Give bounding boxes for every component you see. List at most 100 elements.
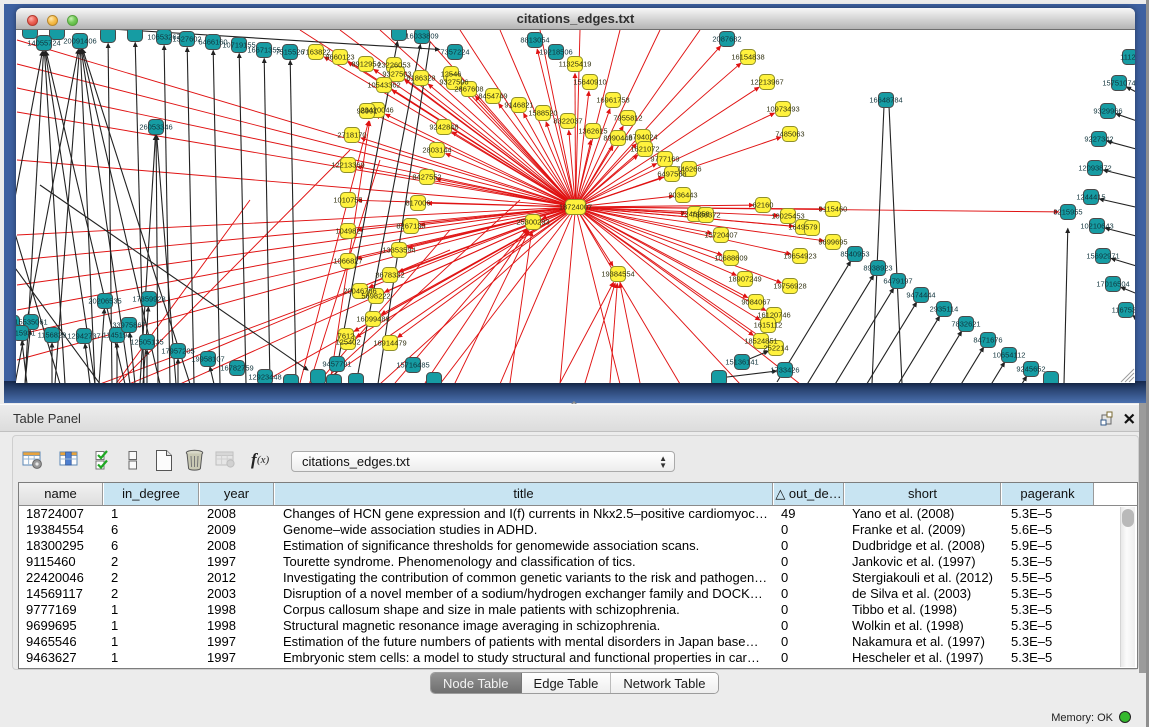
svg-text:1615112: 1615112 (754, 321, 783, 330)
svg-text:19218506: 19218506 (539, 48, 572, 57)
svg-text:8215955: 8215955 (1053, 208, 1082, 217)
svg-text:25300293: 25300293 (516, 218, 549, 227)
svg-text:19384554: 19384554 (601, 270, 634, 279)
svg-text:9084067: 9084067 (741, 298, 770, 307)
svg-text:15720407: 15720407 (704, 231, 737, 240)
svg-text:20091406: 20091406 (63, 37, 96, 46)
svg-text:16120746: 16120746 (757, 311, 790, 320)
svg-text:12093872: 12093872 (1078, 164, 1111, 173)
svg-text:8322037: 8322037 (553, 117, 582, 126)
svg-text:8938923: 8938923 (863, 264, 892, 273)
svg-text:1649579: 1649579 (788, 223, 817, 232)
svg-text:252214: 252214 (763, 344, 788, 353)
svg-text:9245652: 9245652 (1016, 365, 1045, 374)
svg-text:20206535: 20206535 (88, 297, 121, 306)
svg-text:2087682: 2087682 (712, 35, 741, 44)
svg-text:5698222: 5698222 (361, 292, 390, 301)
svg-text:15640910: 15640910 (573, 78, 606, 87)
svg-text:8454749: 8454749 (478, 92, 507, 101)
svg-text:18724007: 18724007 (559, 203, 592, 212)
svg-text:19756928: 19756928 (773, 282, 806, 291)
svg-text:10688609: 10688609 (714, 254, 747, 263)
svg-text:6794024: 6794024 (628, 133, 657, 142)
svg-text:7886372: 7886372 (691, 211, 720, 220)
svg-text:7357224: 7357224 (440, 48, 469, 57)
svg-text:15136141: 15136141 (725, 358, 758, 367)
svg-text:8678332: 8678332 (375, 271, 404, 280)
svg-text:13353594: 13353594 (382, 246, 415, 255)
svg-text:12923448: 12923448 (248, 373, 281, 382)
svg-text:1066827: 1066827 (333, 257, 362, 266)
svg-text:7612: 7612 (338, 332, 355, 341)
svg-text:19654923: 19654923 (783, 252, 816, 261)
svg-text:11123: 11123 (1120, 53, 1135, 62)
svg-text:2036443: 2036443 (668, 191, 697, 200)
svg-text:16648784: 16648784 (869, 96, 902, 105)
svg-text:10654112: 10654112 (993, 351, 1026, 360)
svg-text:11325419: 11325419 (559, 60, 592, 69)
svg-text:7485063: 7485063 (775, 130, 804, 139)
svg-text:3915931: 3915931 (16, 329, 36, 338)
svg-text:12505135: 12505135 (130, 338, 163, 347)
svg-text:1733426: 1733426 (770, 366, 799, 375)
svg-text:2935114: 2935114 (930, 305, 959, 314)
svg-text:1145194: 1145194 (103, 331, 132, 340)
svg-text:12213369: 12213369 (331, 161, 364, 170)
svg-text:33975867: 33975867 (112, 321, 145, 330)
svg-text:9699695: 9699695 (818, 238, 847, 247)
svg-text:16154838: 16154838 (731, 53, 764, 62)
svg-text:9777169: 9777169 (650, 155, 679, 164)
svg-text:8660123: 8660123 (325, 53, 354, 62)
svg-text:19958107: 19958107 (191, 355, 224, 364)
svg-text:16961758: 16961758 (596, 96, 629, 105)
svg-text:8912954: 8912954 (351, 60, 380, 69)
svg-text:17016504: 17016504 (1096, 280, 1129, 289)
svg-text:8427552: 8427552 (412, 173, 441, 182)
svg-text:9474444: 9474444 (906, 291, 935, 300)
svg-text:8186328: 8186328 (406, 74, 435, 83)
svg-text:1010755: 1010755 (333, 196, 362, 205)
svg-text:8813054: 8813054 (520, 36, 549, 45)
svg-text:1527602: 1527602 (172, 35, 201, 44)
svg-text:16033809: 16033809 (405, 32, 438, 41)
svg-text:10543362: 10543362 (367, 81, 400, 90)
svg-text:1244415: 1244415 (1076, 193, 1105, 202)
svg-text:62160: 62160 (753, 201, 774, 210)
svg-text:6479197: 6479197 (883, 277, 912, 286)
svg-text:16782759: 16782759 (220, 364, 253, 373)
svg-text:9242848: 9242848 (429, 123, 458, 132)
svg-text:8267130: 8267130 (396, 222, 425, 231)
svg-text:10973493: 10973493 (766, 105, 799, 114)
svg-text:16914479: 16914479 (373, 339, 406, 348)
svg-text:16099489: 16099489 (356, 315, 389, 324)
svg-text:26053346: 26053346 (139, 123, 172, 132)
svg-text:(x): (x) (257, 454, 270, 466)
svg-text:12213967: 12213967 (750, 78, 783, 87)
svg-text:817006: 817006 (405, 199, 430, 208)
svg-text:12942737: 12942737 (67, 332, 100, 341)
svg-text:7832621: 7832621 (951, 320, 980, 329)
svg-text:9227342: 9227342 (1084, 135, 1113, 144)
svg-text:15716485: 15716485 (396, 361, 429, 370)
svg-text:6497568: 6497568 (657, 170, 686, 179)
svg-text:10025453: 10025453 (771, 212, 804, 221)
svg-text:104982: 104982 (335, 227, 360, 236)
svg-text:17957205: 17957205 (161, 347, 194, 356)
svg-text:9329966: 9329966 (1093, 107, 1122, 116)
svg-text:1156829: 1156829 (38, 331, 67, 340)
svg-text:8471676: 8471676 (973, 336, 1002, 345)
svg-text:98901: 98901 (357, 107, 378, 116)
svg-text:10210643: 10210643 (1080, 222, 1113, 231)
svg-text:9457791: 9457791 (322, 360, 351, 369)
svg-text:2718170: 2718170 (337, 131, 366, 140)
svg-text:14055724: 14055724 (27, 39, 60, 48)
svg-text:15535061: 15535061 (16, 318, 48, 327)
svg-text:18907249: 18907249 (728, 275, 761, 284)
svg-text:8540953: 8540953 (840, 250, 869, 259)
svg-text:1621072: 1621072 (630, 145, 659, 154)
svg-text:2803144: 2803144 (422, 146, 451, 155)
svg-text:7515526: 7515526 (275, 48, 304, 57)
svg-text:9115460: 9115460 (819, 205, 848, 214)
svg-text:17359928: 17359928 (132, 295, 165, 304)
svg-text:1167533: 1167533 (1112, 306, 1135, 315)
